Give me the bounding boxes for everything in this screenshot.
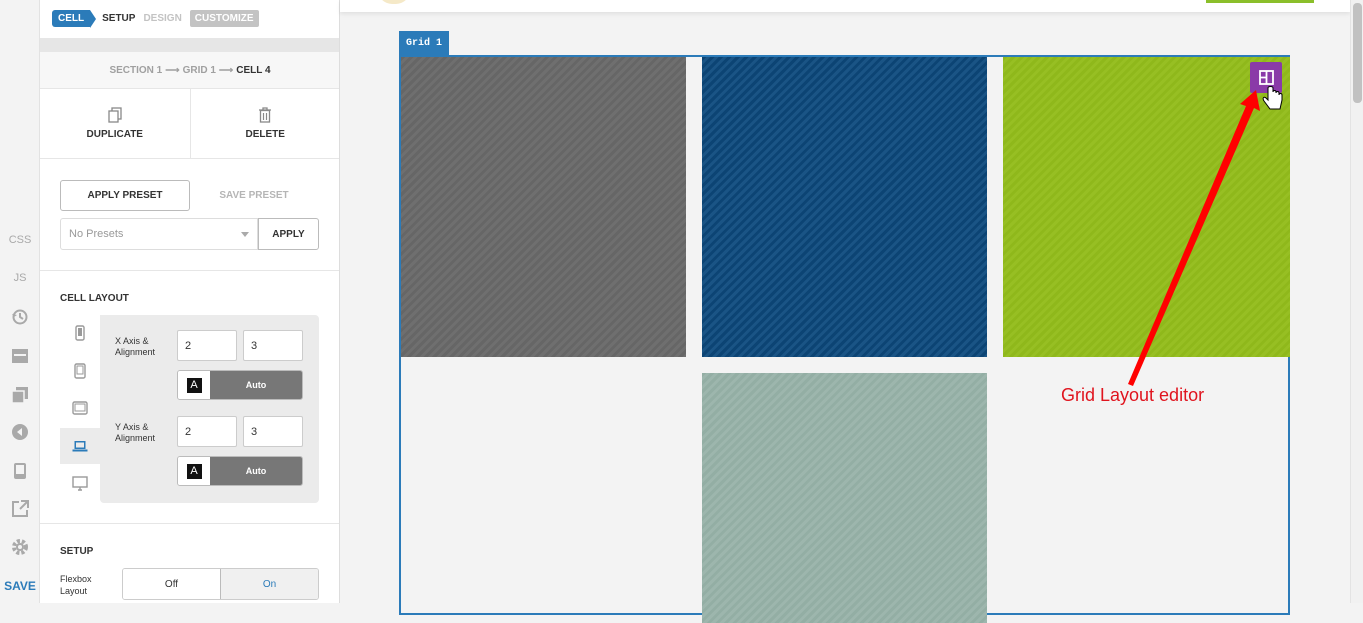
breadcrumb-arrow: ⟶ (218, 64, 234, 76)
y-alignment-value: Auto (210, 457, 302, 485)
laptop-icon[interactable] (60, 428, 100, 464)
y-axis-label-line2: Alignment (115, 433, 156, 443)
delete-button[interactable]: DELETE (189, 89, 340, 158)
panel-tabs: CELL SETUP DESIGN CUSTOMIZE (52, 9, 259, 28)
y-axis-label: Y Axis & Alignment (115, 422, 155, 444)
tab-customize[interactable]: CUSTOMIZE (189, 9, 259, 27)
presets-section: APPLY PRESET SAVE PRESET No Presets APPL… (40, 159, 339, 271)
cell-layout-editor: X Axis & Alignment 2 3 A Auto Y Axis & A… (100, 315, 319, 503)
left-toolbar: CSS JS SAVE (0, 0, 40, 603)
flexbox-label-line2: Layout (60, 586, 88, 596)
css-button[interactable]: CSS (0, 225, 40, 255)
external-link-icon[interactable] (0, 494, 40, 524)
flexbox-on-option[interactable]: On (220, 569, 318, 599)
y-end-input[interactable]: 3 (243, 416, 303, 447)
preset-select[interactable]: No Presets (60, 218, 258, 250)
divider (40, 523, 339, 524)
save-button[interactable]: SAVE (0, 571, 40, 601)
duplicate-label: DUPLICATE (86, 129, 143, 140)
js-label: JS (13, 272, 27, 284)
scrollbar[interactable] (1350, 0, 1363, 603)
hand-cursor-icon (1262, 86, 1283, 110)
chevron-down-icon (241, 232, 249, 237)
panel-divider-strip (40, 38, 339, 52)
layout-icon[interactable] (0, 341, 40, 371)
tab-setup[interactable]: SETUP (102, 13, 135, 24)
history-icon[interactable] (0, 302, 40, 332)
preset-select-value: No Presets (69, 228, 124, 240)
flexbox-off-option[interactable]: Off (123, 569, 220, 599)
x-alignment-select[interactable]: A Auto (177, 370, 303, 400)
tablet-icon[interactable] (60, 390, 100, 426)
setup-title: SETUP (60, 546, 94, 557)
device-selector (60, 318, 100, 508)
x-axis-label: X Axis & Alignment (115, 336, 155, 358)
delete-label: DELETE (245, 129, 285, 140)
apply-button[interactable]: APPLY (258, 218, 319, 250)
y-axis-label-line1: Y Axis & (115, 422, 149, 432)
save-label: SAVE (4, 579, 36, 593)
gear-icon[interactable] (0, 532, 40, 562)
phone-landscape-icon[interactable] (60, 353, 100, 389)
editor-canvas: Grid 1 Grid Layout editor (340, 0, 1350, 623)
breadcrumb: SECTION 1 ⟶ GRID 1 ⟶ CELL 4 (40, 52, 339, 89)
tab-cell[interactable]: CELL (52, 9, 97, 28)
x-axis-label-line1: X Axis & (115, 336, 149, 346)
breadcrumb-arrow: ⟶ (165, 64, 180, 76)
trash-icon (259, 107, 272, 123)
y-start-input[interactable]: 2 (177, 416, 237, 447)
x-start-input[interactable]: 2 (177, 330, 237, 361)
css-label: CSS (8, 234, 32, 246)
phone-icon[interactable] (60, 315, 100, 351)
breadcrumb-grid[interactable]: GRID 1 (183, 65, 216, 76)
apply-preset-button[interactable]: APPLY PRESET (60, 180, 190, 211)
annotation-label: Grid Layout editor (1061, 385, 1205, 405)
tab-design[interactable]: DESIGN (143, 13, 181, 24)
breadcrumb-cell: CELL 4 (236, 64, 271, 76)
annotation-arrow (1128, 86, 1283, 386)
flexbox-layout-label: Flexbox Layout (60, 573, 92, 597)
alignment-icon: A (186, 463, 202, 479)
js-button[interactable]: JS (0, 263, 40, 293)
flexbox-toggle: Off On (122, 568, 319, 600)
scrollbar-thumb[interactable] (1353, 3, 1362, 103)
x-axis-label-line2: Alignment (115, 347, 156, 357)
mobile-preview-icon[interactable] (0, 456, 40, 486)
cell-actions: DUPLICATE DELETE (40, 89, 340, 159)
back-icon[interactable] (0, 417, 40, 447)
cell-settings-panel: CELL SETUP DESIGN CUSTOMIZE SECTION 1 ⟶ … (40, 0, 340, 603)
x-alignment-value: Auto (210, 371, 302, 399)
x-end-input[interactable]: 3 (243, 330, 303, 361)
alignment-icon: A (186, 377, 202, 393)
pages-icon[interactable] (0, 380, 40, 410)
duplicate-button[interactable]: DUPLICATE (40, 89, 190, 158)
duplicate-icon (108, 107, 122, 123)
save-preset-button[interactable]: SAVE PRESET (200, 180, 308, 211)
breadcrumb-section[interactable]: SECTION 1 (109, 65, 162, 76)
y-alignment-select[interactable]: A Auto (177, 456, 303, 486)
flexbox-label-line1: Flexbox (60, 574, 92, 584)
cell-layout-title: CELL LAYOUT (60, 293, 129, 304)
desktop-icon[interactable] (60, 466, 100, 502)
